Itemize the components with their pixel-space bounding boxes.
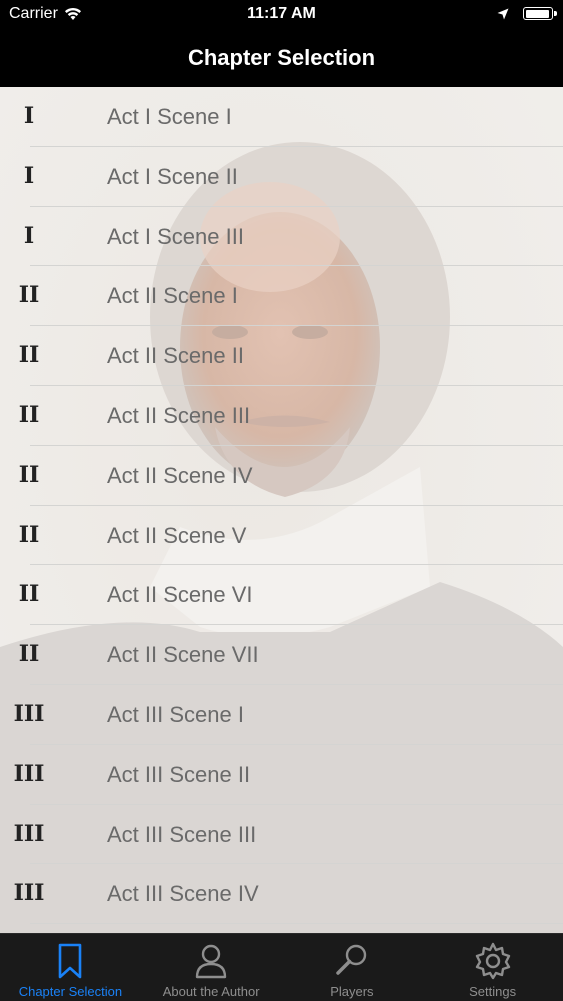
chapter-row[interactable]: II Act II Scene III: [0, 386, 563, 446]
act-numeral: III: [13, 700, 45, 727]
tab-label: About the Author: [162, 984, 260, 999]
location-arrow-icon: [497, 8, 509, 19]
chapter-row[interactable]: III Act III Scene II: [0, 745, 563, 805]
scene-title: Act II Scene VI: [107, 582, 253, 608]
act-numeral: II: [18, 641, 40, 668]
bookmark-icon: [59, 943, 82, 979]
act-numeral: III: [13, 820, 45, 847]
person-icon: [195, 944, 227, 979]
status-bar: Carrier 11:17 AM: [0, 0, 563, 30]
chapter-list: I Act I Scene I I Act I Scene II I Act I Scen…: [0, 87, 563, 924]
scene-title: Act III Scene IV: [107, 881, 259, 907]
tab-settings[interactable]: Settings: [422, 934, 563, 1001]
tab-label: Settings: [469, 984, 517, 999]
status-time: 11:17 AM: [247, 5, 316, 22]
scene-title: Act III Scene I: [107, 701, 244, 727]
gear-icon: [475, 942, 510, 980]
status-right: [497, 7, 557, 20]
chapter-row[interactable]: II Act II Scene V: [0, 506, 563, 566]
tab-bar: Chapter Selection About the Author Playe…: [0, 933, 563, 1001]
act-numeral: II: [18, 461, 40, 488]
chapter-row[interactable]: II Act II Scene VI: [0, 565, 563, 625]
tab-about-the-author[interactable]: About the Author: [141, 934, 282, 1001]
scene-title: Act II Scene II: [107, 343, 244, 369]
tab-label: Chapter Selection: [18, 984, 123, 999]
chapter-list-view[interactable]: I Act I Scene I I Act I Scene II I Act I Scen…: [0, 87, 563, 933]
navigation-bar: Chapter Selection: [0, 30, 563, 87]
chapter-row[interactable]: II Act II Scene I: [0, 266, 563, 326]
scene-title: Act III Scene III: [107, 821, 257, 847]
act-numeral: III: [13, 880, 45, 907]
battery-icon: [523, 7, 557, 20]
chapter-row[interactable]: III Act III Scene I: [0, 685, 563, 745]
act-numeral: II: [18, 282, 40, 309]
nav-title: Chapter Selection: [187, 45, 376, 70]
chapter-row[interactable]: II Act II Scene VII: [0, 625, 563, 685]
chapter-row[interactable]: III Act III Scene III: [0, 805, 563, 865]
chapter-row[interactable]: I Act I Scene II: [0, 147, 563, 207]
chapter-row[interactable]: I Act I Scene I: [0, 87, 563, 147]
act-numeral: II: [18, 581, 40, 608]
scene-title: Act I Scene I: [107, 104, 232, 129]
scene-title: Act II Scene IV: [107, 462, 253, 488]
chapter-row[interactable]: III Act III Scene IV: [0, 864, 563, 924]
chapter-row[interactable]: II Act II Scene II: [0, 326, 563, 386]
act-numeral: I: [23, 103, 35, 129]
scene-title: Act II Scene V: [107, 522, 247, 548]
magnifier-icon: [336, 944, 367, 975]
scene-title: Act II Scene III: [107, 402, 251, 428]
scene-title: Act I Scene III: [107, 223, 244, 249]
act-numeral: II: [18, 401, 40, 428]
tab-label: Players: [330, 984, 374, 999]
scene-title: Act I Scene II: [107, 163, 238, 189]
scene-title: Act II Scene VII: [107, 642, 259, 668]
act-numeral: I: [23, 222, 35, 249]
tab-players[interactable]: Players: [282, 934, 423, 1001]
chapter-row[interactable]: II Act II Scene IV: [0, 446, 563, 506]
act-numeral: II: [18, 342, 40, 369]
tab-chapter-selection[interactable]: Chapter Selection: [0, 934, 141, 1001]
scene-title: Act II Scene I: [107, 283, 238, 309]
act-numeral: I: [23, 162, 35, 189]
scene-title: Act III Scene II: [107, 761, 251, 787]
chapter-row[interactable]: I Act I Scene III: [0, 207, 563, 267]
act-numeral: III: [13, 760, 45, 787]
act-numeral: II: [18, 521, 40, 548]
